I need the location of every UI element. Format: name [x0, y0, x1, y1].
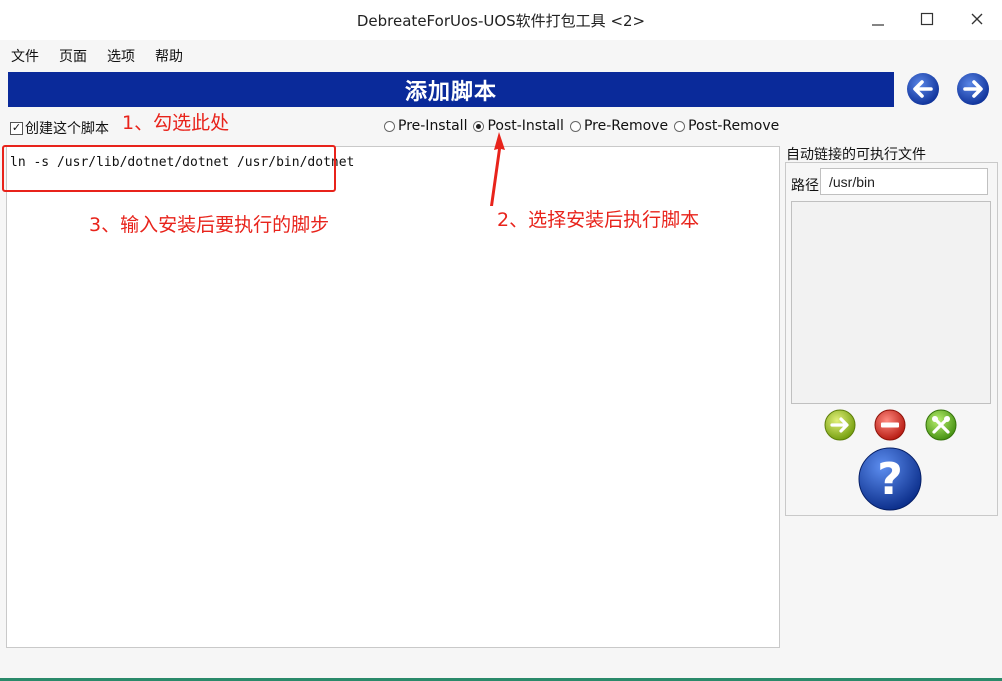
add-icon: [824, 409, 856, 441]
menu-help[interactable]: 帮助: [144, 44, 192, 68]
menu-bar: 文件 页面 选项 帮助: [0, 44, 192, 68]
radio-label: Pre-Install: [398, 118, 468, 134]
radio-label: Pre-Remove: [583, 118, 669, 134]
annotation-step1: 1、勾选此处: [122, 112, 230, 134]
radio-post-remove[interactable]: Post-Remove: [674, 118, 779, 134]
back-button[interactable]: [906, 72, 940, 106]
menu-file[interactable]: 文件: [0, 44, 48, 68]
svg-text:?: ?: [877, 454, 903, 505]
tools-icon: [925, 409, 957, 441]
path-label: 路径: [791, 178, 819, 194]
menu-options[interactable]: 选项: [96, 44, 144, 68]
annotation-step2: 2、选择安装后执行脚本: [497, 209, 700, 231]
close-button[interactable]: [957, 6, 997, 32]
forward-button[interactable]: [956, 72, 990, 106]
maximize-icon: [920, 12, 934, 26]
remove-button[interactable]: [874, 409, 906, 441]
arrow-left-icon: [907, 73, 939, 105]
radio-label: Post-Remove: [688, 118, 780, 134]
help-button[interactable]: ?: [858, 447, 922, 511]
minimize-icon: [872, 24, 884, 26]
checkbox-box[interactable]: ✓: [10, 121, 23, 135]
radio-dot[interactable]: [473, 120, 485, 132]
window-title: DebreateForUos-UOS软件打包工具 <2>: [356, 12, 646, 30]
autolink-title: 自动链接的可执行文件: [786, 147, 926, 163]
radio-dot[interactable]: [569, 120, 581, 132]
path-input[interactable]: [820, 168, 988, 195]
minimize-button[interactable]: [858, 6, 898, 32]
radio-pre-remove[interactable]: Pre-Remove: [569, 118, 669, 134]
executable-list[interactable]: [791, 201, 991, 404]
create-script-checkbox[interactable]: ✓ 创建这个脚本: [10, 118, 109, 138]
menu-page[interactable]: 页面: [48, 44, 96, 68]
annotation-step3: 3、输入安装后要执行的脚步: [89, 214, 330, 236]
remove-icon: [874, 409, 906, 441]
help-icon: ?: [858, 447, 922, 511]
create-script-label: 创建这个脚本: [25, 121, 109, 137]
page-title: 添加脚本: [8, 72, 894, 107]
close-icon: [971, 13, 983, 25]
annotation-highlight-box: [2, 145, 336, 192]
add-button[interactable]: [824, 409, 856, 441]
radio-dot[interactable]: [674, 120, 686, 132]
radio-dot[interactable]: [384, 120, 395, 132]
tools-button[interactable]: [925, 409, 957, 441]
radio-pre-install[interactable]: Pre-Install: [384, 118, 467, 134]
arrow-right-icon: [957, 73, 989, 105]
script-type-radio-group: Pre-Install Post-Install Pre-Remove Post…: [384, 118, 779, 134]
maximize-button[interactable]: [907, 6, 947, 32]
annotation-arrow: [490, 132, 505, 206]
